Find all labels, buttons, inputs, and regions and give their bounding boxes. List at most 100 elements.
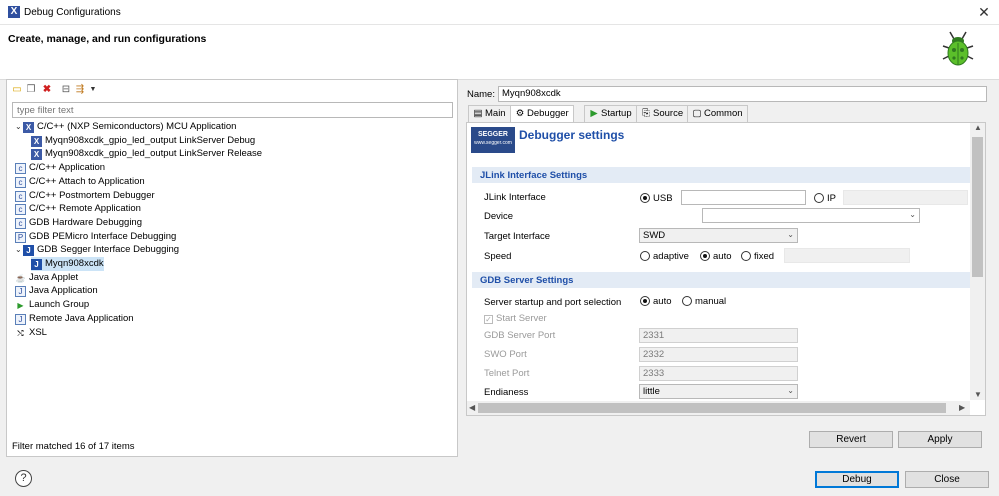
tree-item[interactable]: ⤭ XSL bbox=[15, 326, 47, 340]
tab-startup[interactable]: ▶ Startup bbox=[584, 105, 637, 122]
filter-icon[interactable]: ⇶ bbox=[74, 84, 86, 96]
tab-debugger[interactable]: ⚙ Debugger bbox=[510, 105, 574, 123]
startup-auto-radio[interactable]: auto bbox=[640, 296, 672, 308]
tree-item[interactable]: ▶ Launch Group bbox=[15, 298, 89, 312]
debug-button[interactable]: Debug bbox=[815, 471, 899, 488]
tree-item[interactable]: c C/C++ Remote Application bbox=[15, 202, 141, 216]
apply-button[interactable]: Apply bbox=[898, 431, 982, 448]
ip-radio-label: IP bbox=[827, 193, 836, 204]
tree-item[interactable]: c GDB Hardware Debugging bbox=[15, 216, 142, 230]
scroll-up-icon[interactable]: ▲ bbox=[974, 123, 982, 132]
tree-item[interactable]: ⌄ J GDB Segger Interface Debugging bbox=[15, 243, 179, 257]
config-type-icon: P bbox=[15, 232, 26, 243]
header-title: Create, manage, and run configurations bbox=[8, 33, 207, 45]
tab-label: Main bbox=[485, 108, 506, 119]
tree-item[interactable]: ☕ Java Applet bbox=[15, 271, 79, 285]
tree-item[interactable]: J Java Application bbox=[15, 284, 98, 298]
chevron-down-icon[interactable]: ⌄ bbox=[15, 243, 23, 257]
tab-common[interactable]: ▢ Common bbox=[687, 105, 748, 122]
horizontal-scroll-thumb[interactable] bbox=[478, 403, 946, 413]
revert-button[interactable]: Revert bbox=[809, 431, 893, 448]
usb-radio[interactable]: USB bbox=[640, 193, 673, 205]
chevron-down-icon[interactable]: ⌄ bbox=[15, 120, 23, 134]
debugger-tab-icon: ⚙ bbox=[515, 108, 525, 119]
ip-radio-dot bbox=[814, 193, 824, 203]
server-startup-label: Server startup and port selection bbox=[484, 297, 622, 308]
telnet-port-input: 2333 bbox=[639, 366, 798, 381]
tree-item[interactable]: J Remote Java Application bbox=[15, 312, 134, 326]
tab-label: Debugger bbox=[527, 108, 569, 119]
target-interface-value: SWD bbox=[643, 230, 666, 241]
config-type-icon: J bbox=[15, 314, 26, 325]
chevron-down-icon: ⌄ bbox=[787, 230, 794, 239]
app-icon: X bbox=[8, 6, 20, 18]
start-server-label: Start Server bbox=[496, 313, 547, 324]
usb-serial-input[interactable] bbox=[681, 190, 806, 205]
scroll-down-icon[interactable]: ▼ bbox=[974, 390, 982, 399]
config-type-icon: c bbox=[15, 177, 26, 188]
filter-input[interactable] bbox=[12, 102, 453, 118]
delete-icon[interactable]: ✖ bbox=[41, 84, 53, 96]
endianess-select[interactable]: little ⌄ bbox=[639, 384, 798, 399]
scroll-right-icon[interactable]: ▶ bbox=[959, 403, 965, 412]
tab-source[interactable]: ⎘ Source bbox=[636, 105, 689, 122]
tree-item[interactable]: c C/C++ Application bbox=[15, 161, 105, 175]
speed-fixed-radio[interactable]: fixed bbox=[741, 251, 774, 263]
dropdown-icon[interactable]: ▼ bbox=[87, 84, 99, 96]
config-type-icon: J bbox=[31, 259, 42, 270]
tree-item[interactable]: P GDB PEMicro Interface Debugging bbox=[15, 230, 176, 244]
config-type-icon: X bbox=[31, 149, 42, 160]
tree-item[interactable]: X Myqn908xcdk_gpio_led_output LinkServer … bbox=[31, 134, 255, 148]
window-title: Debug Configurations bbox=[24, 7, 121, 18]
tree-item-label: C/C++ (NXP Semiconductors) MCU Applicati… bbox=[37, 121, 237, 132]
tree-item-label: Remote Java Application bbox=[29, 313, 134, 324]
duplicate-icon[interactable]: ❐ bbox=[25, 84, 37, 96]
speed-adaptive-radio[interactable]: adaptive bbox=[640, 251, 689, 263]
tree-item[interactable]: c C/C++ Attach to Application bbox=[15, 175, 145, 189]
check-icon: ✓ bbox=[484, 315, 493, 324]
speed-label: Speed bbox=[484, 251, 512, 262]
common-tab-icon: ▢ bbox=[692, 108, 702, 119]
startup-auto-label: auto bbox=[653, 296, 672, 307]
usb-radio-label: USB bbox=[653, 193, 673, 204]
config-type-icon: J bbox=[15, 286, 26, 297]
speed-adaptive-label: adaptive bbox=[653, 251, 689, 262]
tab-main[interactable]: ▤ Main bbox=[468, 105, 511, 122]
close-window-icon[interactable]: ✕ bbox=[975, 3, 993, 21]
close-button[interactable]: Close bbox=[905, 471, 989, 488]
tab-label: Common bbox=[704, 108, 743, 119]
chevron-down-icon: ⌄ bbox=[909, 210, 916, 219]
collapse-all-icon[interactable]: ⊟ bbox=[60, 84, 72, 96]
startup-manual-radio[interactable]: manual bbox=[682, 296, 726, 308]
segger-logo: SEGGER www.segger.com bbox=[471, 127, 515, 153]
filter-status: Filter matched 16 of 17 items bbox=[12, 441, 135, 452]
speed-auto-radio[interactable]: auto bbox=[700, 251, 732, 263]
vertical-scroll-thumb[interactable] bbox=[972, 137, 983, 277]
title-bar bbox=[0, 0, 999, 25]
scroll-left-icon[interactable]: ◀ bbox=[469, 403, 475, 412]
tree-item[interactable]: ⌄ X C/C++ (NXP Semiconductors) MCU Applica… bbox=[15, 120, 236, 134]
target-interface-select[interactable]: SWD ⌄ bbox=[639, 228, 798, 243]
tree-item[interactable]: X Myqn908xcdk_gpio_led_output LinkServer … bbox=[31, 147, 262, 161]
new-config-icon[interactable]: ▭ bbox=[11, 84, 23, 96]
tree-item-label: Myqn908xcdk_gpio_led_output LinkServer D… bbox=[45, 135, 256, 146]
config-type-icon: c bbox=[15, 218, 26, 229]
tree-item[interactable]: J Myqn908xcdk bbox=[31, 257, 104, 271]
configuration-tree-pane: ▭ ❐ ✖ ⊟ ⇶ ▼ ⌄XC/C++ (NXP Semiconductors)… bbox=[6, 79, 458, 457]
speed-adaptive-dot bbox=[640, 251, 650, 261]
config-type-icon: c bbox=[15, 191, 26, 202]
tree-item-label: C/C++ Postmortem Debugger bbox=[29, 190, 155, 201]
device-select[interactable]: ⌄ bbox=[702, 208, 920, 223]
start-server-checkbox: ✓ Start Server bbox=[484, 313, 547, 324]
tree-item[interactable]: c C/C++ Postmortem Debugger bbox=[15, 189, 155, 203]
segger-logo-url: www.segger.com bbox=[474, 140, 512, 146]
speed-fixed-dot bbox=[741, 251, 751, 261]
tree-item-label: XSL bbox=[29, 327, 47, 338]
help-icon[interactable]: ? bbox=[15, 470, 32, 487]
tab-label: Startup bbox=[601, 108, 632, 119]
ip-radio[interactable]: IP bbox=[814, 193, 836, 205]
main-tab-icon: ▤ bbox=[473, 108, 483, 119]
tree-item-label: Java Application bbox=[29, 285, 98, 296]
name-input[interactable]: Myqn908xcdk bbox=[498, 86, 987, 102]
tree-item-label: GDB Hardware Debugging bbox=[29, 217, 143, 228]
